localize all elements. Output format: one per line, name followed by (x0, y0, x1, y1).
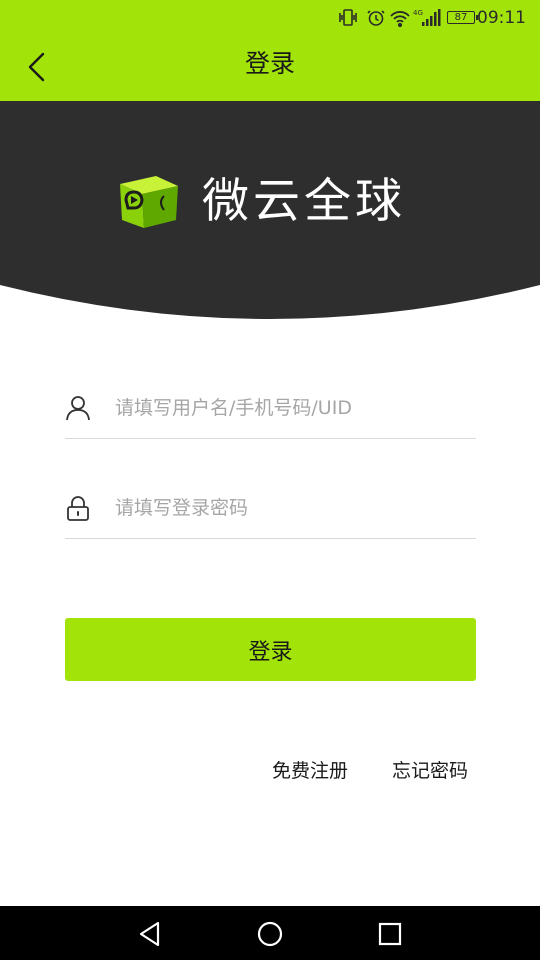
top-bar: 4G 87 09:11 登录 (0, 0, 540, 101)
home-circle-icon[interactable] (254, 918, 286, 950)
cube-play-logo (120, 176, 178, 228)
battery-icon: 87 (447, 11, 478, 24)
status-icons: 4G (339, 9, 441, 28)
password-field[interactable] (65, 478, 476, 539)
network-label: 4G (413, 9, 423, 17)
brand-name: 微云全球 (202, 174, 406, 229)
user-icon (66, 396, 90, 421)
recents-square-icon[interactable] (374, 918, 406, 950)
forgot-password-link[interactable]: 忘记密码 (392, 756, 468, 783)
status-bar: 4G 87 09:11 (0, 0, 540, 36)
register-link[interactable]: 免费注册 (272, 756, 348, 783)
page-title: 登录 (244, 49, 295, 78)
battery-level: 87 (454, 12, 468, 23)
signal-icon (422, 9, 441, 26)
system-nav-bar (0, 906, 540, 960)
password-input[interactable] (115, 492, 470, 524)
back-triangle-icon[interactable] (134, 918, 166, 950)
back-button[interactable] (20, 46, 60, 86)
vibrate-icon (339, 9, 357, 26)
chevron-left-icon (28, 52, 45, 82)
brand-logo: 微云全球 (116, 170, 416, 234)
status-time: 09:11 (477, 8, 526, 28)
wifi-icon (390, 11, 410, 28)
alarm-icon (367, 10, 385, 26)
lock-icon (67, 496, 89, 521)
login-button[interactable]: 登录 (65, 618, 476, 681)
username-input[interactable] (115, 392, 470, 424)
username-field[interactable] (65, 378, 476, 439)
